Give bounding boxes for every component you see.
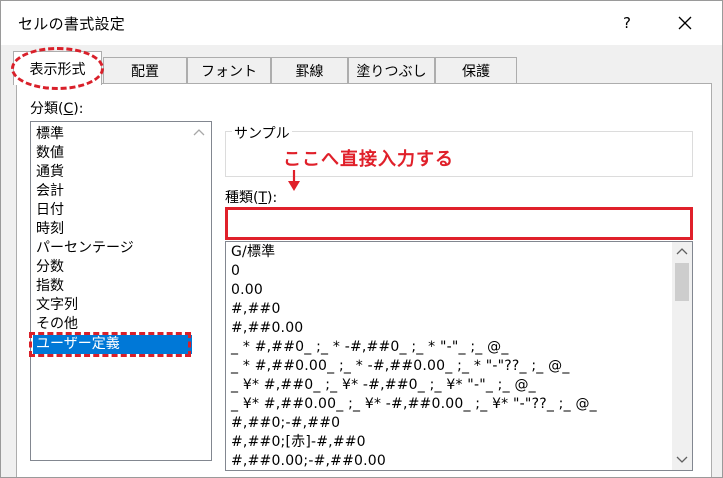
close-button[interactable] [665, 7, 705, 39]
category-item-date[interactable]: 日付 [36, 201, 64, 220]
close-icon [678, 16, 692, 30]
format-item[interactable]: #,##0 [231, 300, 281, 319]
format-item[interactable]: #,##0;-#,##0 [231, 414, 340, 433]
tab-font[interactable]: フォント [187, 57, 271, 83]
category-item-percentage[interactable]: パーセンテージ [36, 239, 134, 258]
format-cells-dialog: セルの書式設定 ? 表示形式 配置 フォント 罫線 塗りつぶし 保護 分類(C)… [0, 0, 723, 478]
format-item[interactable]: _ * #,##0_ ;_ * -#,##0_ ;_ * "-"_ ;_ @_ [231, 338, 509, 357]
category-item-fraction[interactable]: 分数 [36, 258, 64, 277]
arrow-down-icon [288, 170, 300, 191]
type-input[interactable] [225, 207, 693, 240]
annotation-text: ここへ直接入力する [283, 149, 454, 170]
format-item[interactable]: #,##0.00;-#,##0.00 [231, 452, 386, 470]
format-code-list[interactable]: G/標準 0 0.00 #,##0 #,##0.00 _ * #,##0_ ;_… [225, 241, 693, 471]
category-item-scientific[interactable]: 指数 [36, 277, 64, 296]
sample-label: サンプル [232, 123, 292, 143]
category-list[interactable]: 標準 数値 通貨 会計 日付 時刻 パーセンテージ 分数 指数 文字列 その他 … [30, 121, 212, 461]
title-bar: セルの書式設定 ? [1, 1, 722, 45]
format-item[interactable]: 0 [231, 262, 240, 281]
category-item-time[interactable]: 時刻 [36, 220, 64, 239]
category-label: 分類(C): [30, 101, 84, 117]
tab-protection[interactable]: 保護 [435, 57, 517, 83]
type-label: 種類(T): [225, 190, 278, 206]
chevron-up-icon[interactable] [672, 243, 692, 261]
tab-border[interactable]: 罫線 [271, 57, 348, 83]
format-item[interactable]: G/標準 [231, 243, 275, 262]
custom-highlight-box [29, 332, 191, 357]
format-item[interactable]: _ ¥* #,##0.00_ ;_ ¥* -#,##0.00_ ;_ ¥* "-… [231, 395, 597, 414]
scroll-thumb[interactable] [675, 263, 689, 301]
category-item-text[interactable]: 文字列 [36, 296, 78, 315]
chevron-down-icon[interactable] [672, 452, 692, 470]
tab-fill[interactable]: 塗りつぶし [348, 57, 435, 83]
category-item-general[interactable]: 標準 [36, 125, 64, 144]
dialog-title: セルの書式設定 [18, 15, 126, 33]
format-item[interactable]: #,##0;[赤]-#,##0 [231, 433, 366, 452]
help-button[interactable]: ? [611, 7, 643, 39]
category-item-accounting[interactable]: 会計 [36, 182, 64, 201]
format-item[interactable]: 0.00 [231, 281, 263, 300]
format-list-scrollbar[interactable] [672, 242, 692, 470]
format-item[interactable]: _ ¥* #,##0_ ;_ ¥* -#,##0_ ;_ ¥* "-"_ ;_ … [231, 376, 536, 395]
format-item[interactable]: #,##0.00 [231, 319, 303, 338]
category-item-number[interactable]: 数値 [36, 144, 64, 163]
chevron-up-icon[interactable] [193, 128, 205, 138]
format-item[interactable]: _ * #,##0.00_ ;_ * -#,##0.00_ ;_ * "-"??… [231, 357, 570, 376]
category-item-currency[interactable]: 通貨 [36, 163, 64, 182]
tab-alignment[interactable]: 配置 [103, 57, 187, 83]
tab-highlight-oval [11, 47, 104, 90]
